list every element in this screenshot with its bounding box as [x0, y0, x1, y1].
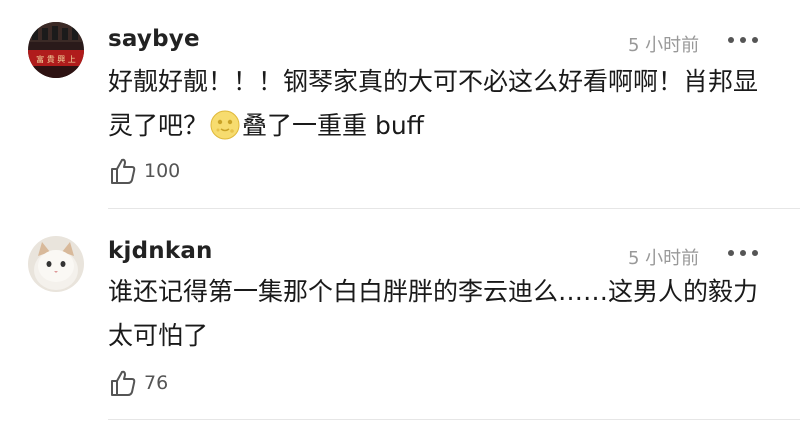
avatar[interactable] [28, 236, 84, 292]
comment-text: 谁还记得第一集那个白白胖胖的李云迪么……这男人的毅力太可怕了 [108, 277, 759, 350]
like-button[interactable]: 76 [108, 368, 168, 398]
like-count: 76 [144, 372, 169, 394]
timestamp: 5 小时前 [628, 248, 700, 269]
comment-item: kjdnkan 5 小时前 谁还记得第一集那个白白胖胖的李云迪么……这男人的毅力… [0, 0, 800, 396]
thumbs-up-icon [111, 370, 136, 396]
divider [108, 419, 800, 420]
username[interactable]: kjdnkan [108, 238, 213, 264]
more-options-icon[interactable] [728, 248, 758, 258]
